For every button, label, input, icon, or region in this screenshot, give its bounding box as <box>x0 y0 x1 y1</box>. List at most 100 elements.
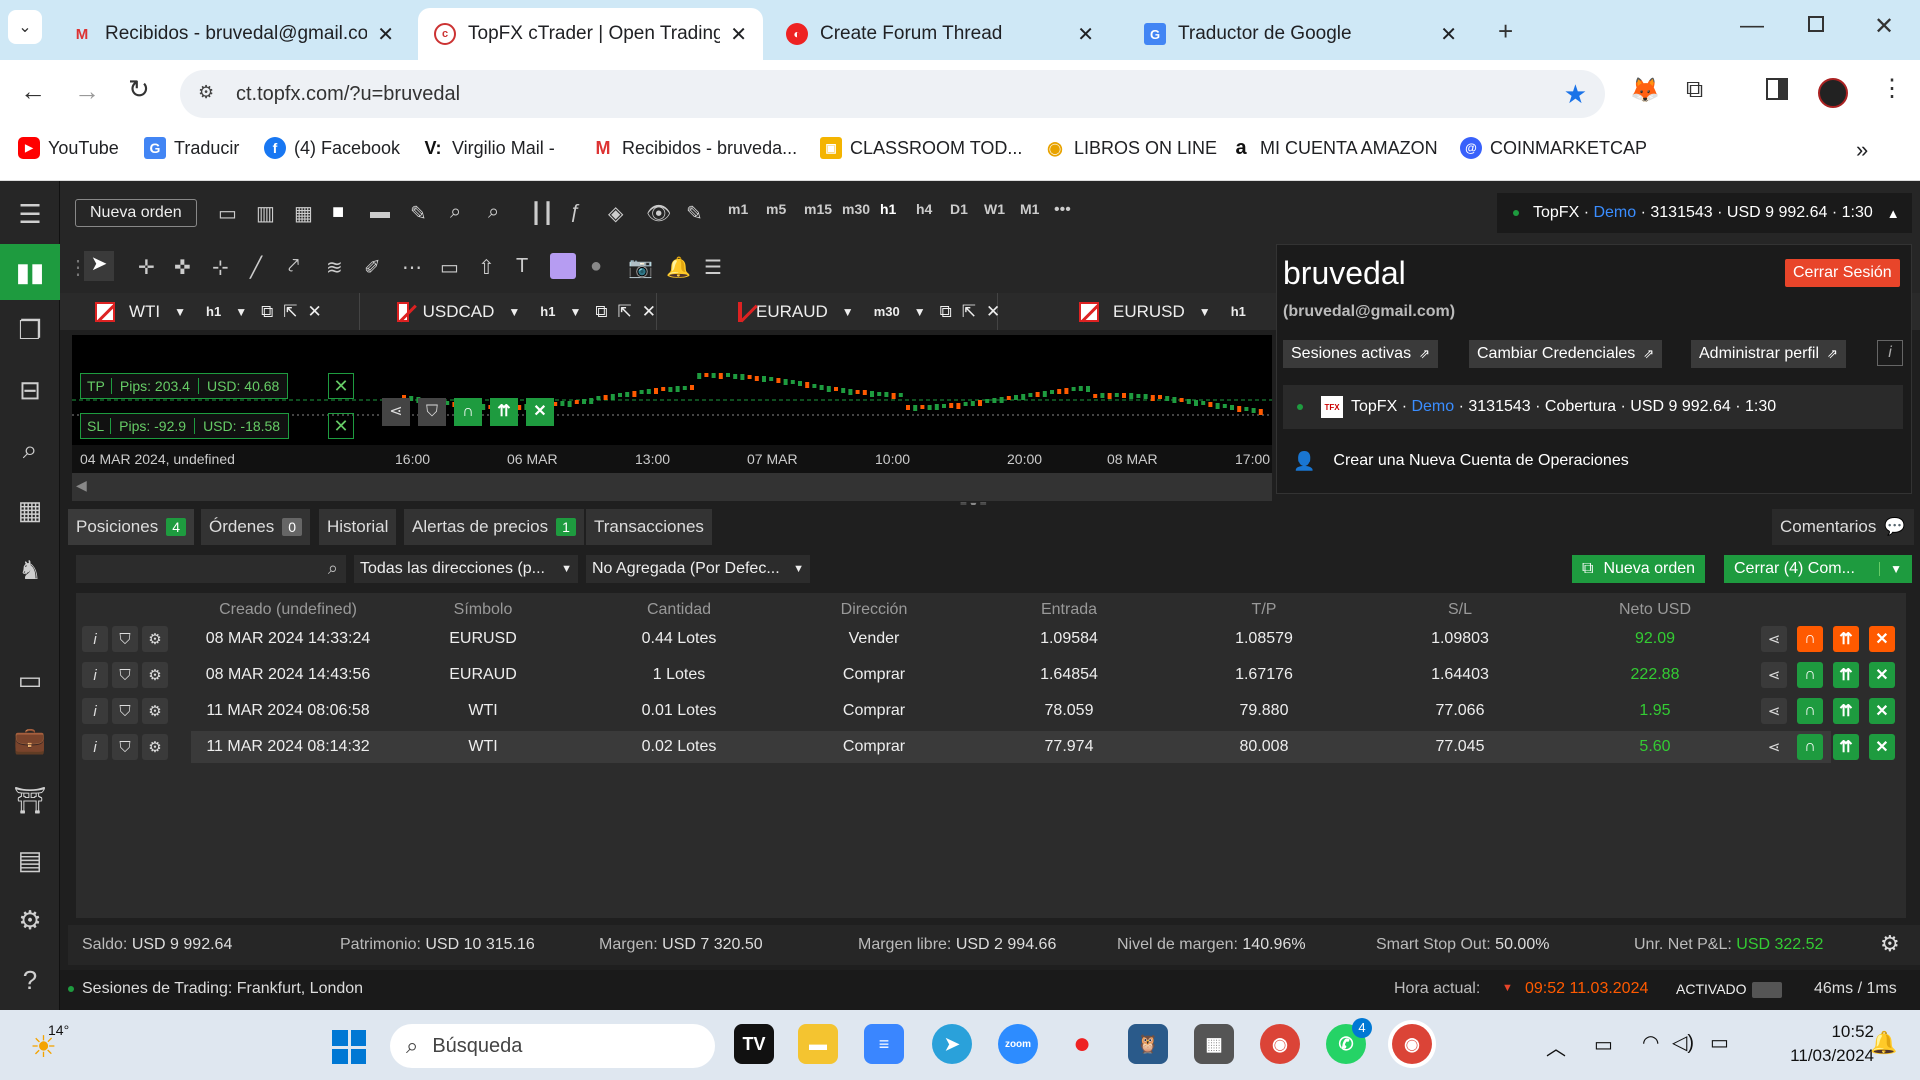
double-up-icon[interactable]: ⇈ <box>1833 734 1859 760</box>
notepad-icon[interactable]: ≡ <box>864 1024 904 1064</box>
file-explorer-icon[interactable]: ▬ <box>798 1024 838 1064</box>
protection-icon[interactable]: ⛉ <box>112 698 138 724</box>
app-dots-icon[interactable]: ● <box>1062 1024 1102 1064</box>
bookmark-star-icon[interactable]: ★ <box>1564 79 1587 110</box>
close-window-icon[interactable]: ✕ <box>1874 12 1894 41</box>
taskbar-search[interactable]: ⌕ Búsqueda <box>390 1024 715 1068</box>
column-header[interactable]: Creado (undefined) <box>219 601 357 619</box>
browser-tab[interactable]: M Recibidos - bruvedal@gmail.com ✕ <box>55 8 410 60</box>
chart-tab-wti[interactable]: WTI ▼ h1 ▼ ⧉ ⇱ ✕ <box>70 293 360 330</box>
grid-layout-icon[interactable]: ▦ <box>294 201 313 226</box>
table-row[interactable]: i ⛉ ⚙ 08 MAR 2024 14:33:24 EURUSD 0.44 Lotes V… <box>76 623 1906 655</box>
table-row[interactable]: i ⛉ ⚙ 08 MAR 2024 14:43:56 EURAUD 1 Lotes Comp… <box>76 659 1906 691</box>
clock-date[interactable]: 11/03/2024 <box>1764 1046 1874 1066</box>
column-header[interactable]: Cantidad <box>647 601 711 619</box>
share-icon[interactable]: ⋖ <box>1761 734 1787 760</box>
chart-mode-icon[interactable]: ▭ <box>218 201 237 226</box>
link-icon[interactable]: ⧉ <box>261 302 273 322</box>
comments-button[interactable]: Comentarios 💬 <box>1772 509 1914 545</box>
wallet-icon[interactable]: ▤ <box>0 832 60 888</box>
timeframe-w1[interactable]: W1 <box>984 201 1005 217</box>
analyze-icon[interactable]: ⌕ <box>0 422 60 478</box>
camera-icon[interactable]: 📷 <box>628 255 653 280</box>
bookmark-classroom[interactable]: ▣ CLASSROOM TOD... <box>820 137 1022 159</box>
store-icon[interactable]: ⛩ <box>0 772 60 828</box>
ray-icon[interactable]: ⤤ <box>288 255 299 278</box>
tab-search-button[interactable]: ⌄ <box>8 10 42 44</box>
wifi-icon[interactable]: ◠ <box>1642 1030 1659 1055</box>
forward-icon[interactable]: → <box>74 76 100 107</box>
zoom-icon[interactable]: zoom <box>998 1024 1038 1064</box>
column-header[interactable]: T/P <box>1252 601 1277 619</box>
volume-icon[interactable]: ◁) <box>1672 1030 1694 1055</box>
side-panel-icon[interactable] <box>1766 78 1788 100</box>
text-icon[interactable]: T <box>516 255 528 278</box>
battery-icon[interactable]: ▭ <box>1710 1030 1729 1055</box>
cursor-icon[interactable]: ➤ <box>84 251 114 281</box>
pencil-icon[interactable]: ✐ <box>364 255 381 280</box>
double-up-icon[interactable]: ⇈ <box>1833 698 1859 724</box>
reverse-icon[interactable]: ∩ <box>454 398 482 426</box>
account-row[interactable]: TFX TopFX · Demo · 3131543 · Cobertura ·… <box>1283 385 1903 429</box>
link-icon[interactable]: ⧉ <box>940 302 952 322</box>
double-up-icon[interactable]: ⇈ <box>1833 662 1859 688</box>
edit-icon[interactable]: ✎ <box>686 201 703 226</box>
account-selector[interactable]: TopFX · Demo · 3131543 · USD 9 992.64 · … <box>1497 193 1912 233</box>
timeframe-d1[interactable]: D1 <box>950 201 968 217</box>
chart-tab-eurusd[interactable]: EURUSD ▼ h1 <box>1054 293 1284 330</box>
bookmark-gmail[interactable]: M Recibidos - bruveda... <box>592 137 798 159</box>
edit-chart-icon[interactable]: ✎ <box>410 201 427 226</box>
notifications-icon[interactable]: 🔔 <box>1870 1030 1897 1056</box>
timeframe-h4[interactable]: h4 <box>916 201 932 217</box>
scroll-left-icon[interactable]: ◀ <box>76 477 87 494</box>
timeframe-m30[interactable]: m30 <box>842 201 870 217</box>
tab-transacciones[interactable]: Transacciones <box>586 509 712 545</box>
popout-icon[interactable]: ⇱ <box>283 302 297 322</box>
chat-icon[interactable]: ▭ <box>0 652 60 708</box>
copy-icon[interactable]: ❐ <box>0 302 60 358</box>
close-position-icon[interactable]: ✕ <box>1869 662 1895 688</box>
timeframe-m5[interactable]: m5 <box>766 201 786 217</box>
browser-menu-icon[interactable]: ⋮ <box>1880 74 1904 103</box>
site-info-icon[interactable]: ⚙ <box>198 82 214 103</box>
reverse-icon[interactable]: ∩ <box>1797 698 1823 724</box>
double-up-icon[interactable]: ⇈ <box>1833 626 1859 652</box>
close-tab-icon[interactable]: ✕ <box>730 22 747 47</box>
tab-ordenes[interactable]: Órdenes 0 <box>201 509 310 545</box>
browser-tab[interactable]: G Traductor de Google ✕ <box>1128 8 1473 60</box>
community-icon[interactable]: ♞ <box>0 542 60 598</box>
chart-scrollbar[interactable]: ◀ <box>72 473 1272 501</box>
summary-settings-icon[interactable]: ⚙ <box>1880 931 1900 957</box>
bookmark-facebook[interactable]: f (4) Facebook <box>264 137 400 159</box>
settings-icon[interactable]: ⚙ <box>142 662 168 688</box>
bookmark-libros[interactable]: ◉ LIBROS ON LINE <box>1044 137 1217 159</box>
timeframe-mn1[interactable]: M1 <box>1020 201 1039 217</box>
timeframe-m1[interactable]: m1 <box>728 201 748 217</box>
shield-icon[interactable]: ⛉ <box>418 398 446 426</box>
reverse-icon[interactable]: ∩ <box>1797 734 1823 760</box>
browser-tab[interactable]: ◐ Create Forum Thread ✕ <box>770 8 1110 60</box>
menu-icon[interactable]: ☰ <box>0 186 60 242</box>
circle-icon[interactable]: ● <box>590 255 602 278</box>
info-icon[interactable]: i <box>82 662 108 688</box>
column-header[interactable]: Entrada <box>1041 601 1097 619</box>
back-icon[interactable]: ← <box>20 76 46 107</box>
tradingview-icon[interactable]: TV <box>734 1024 774 1064</box>
change-credentials-button[interactable]: Cambiar Credenciales ⇗ <box>1469 340 1663 368</box>
caret-down-icon[interactable]: ▼ <box>1502 982 1513 994</box>
extensions-icon[interactable]: ⧉ <box>1686 76 1703 104</box>
new-order-button[interactable]: Nueva orden <box>75 199 197 227</box>
activated-toggle[interactable] <box>1752 982 1782 998</box>
new-tab-icon[interactable]: + <box>1498 16 1513 47</box>
timeframe-m15[interactable]: m15 <box>804 201 832 217</box>
manage-profile-button[interactable]: Administrar perfil ⇗ <box>1691 340 1846 368</box>
settings-icon[interactable]: ⚙ <box>0 892 60 948</box>
grid-icon[interactable]: ⋯ <box>402 255 422 280</box>
close-position-icon[interactable]: ✕ <box>1869 734 1895 760</box>
crosshair-icon[interactable]: ✛ <box>138 255 155 280</box>
new-account-button[interactable]: 👤 Crear una Nueva Cuenta de Operaciones <box>1283 441 1629 481</box>
info-icon[interactable]: i <box>82 734 108 760</box>
sl-label[interactable]: SL Pips: -92.9 USD: -18.58 <box>80 413 290 439</box>
tab-alertas[interactable]: Alertas de precios 1 <box>404 509 584 545</box>
close-tab-icon[interactable]: ✕ <box>1077 22 1094 47</box>
